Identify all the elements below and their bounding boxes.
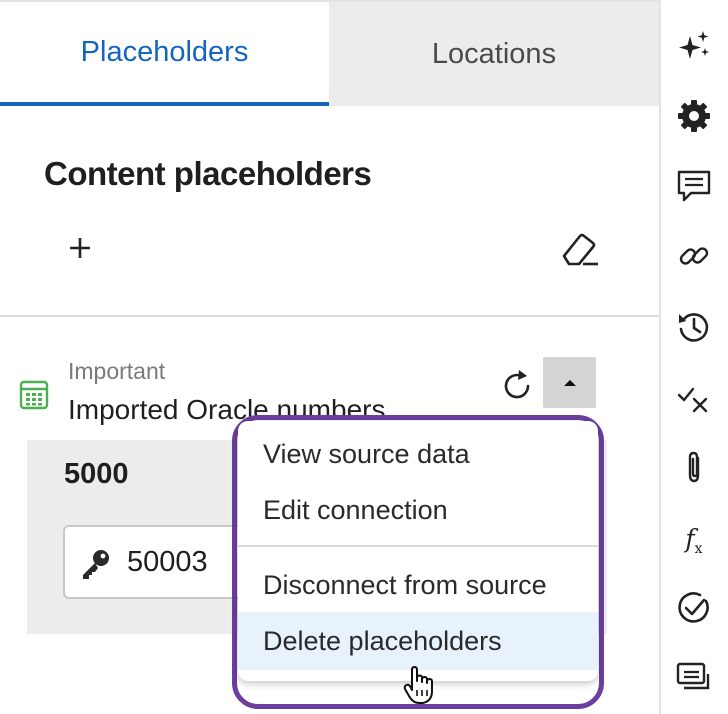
settings-button[interactable] [674,96,714,136]
collapse-button[interactable] [543,357,596,408]
add-placeholder-button[interactable] [62,230,98,266]
menu-item-delete-placeholders[interactable]: Delete placeholders [238,612,598,670]
gear-icon [678,100,710,132]
section-divider [0,315,659,317]
formula-button[interactable]: fx [674,520,714,560]
context-menu: View source data Edit connection Disconn… [238,421,598,681]
plus-icon [70,238,90,258]
key-value: 50003 [127,546,208,578]
cards-icon [676,662,710,690]
caret-up-icon [563,379,576,386]
menu-separator [238,545,598,547]
menu-item-view-source-data[interactable]: View source data [238,425,598,483]
review-button[interactable] [674,588,714,628]
tab-placeholders[interactable]: Placeholders [0,2,329,106]
key-icon [78,546,114,582]
comment-icon [677,170,711,202]
comments-button[interactable] [674,166,714,206]
placeholder-value: 5000 [64,458,129,490]
tab-locations[interactable]: Locations [329,2,659,106]
placeholder-category: Important [68,358,166,384]
menu-item-disconnect-from-source[interactable]: Disconnect from source [238,556,598,614]
link-icon [679,247,709,265]
refresh-icon [504,370,530,399]
sparkle-icon [679,31,709,59]
section-title: Content placeholders [44,155,372,192]
refresh-button[interactable] [497,366,537,406]
attachments-button[interactable] [674,447,714,487]
checklist-icon [677,387,708,413]
function-icon: fx [685,523,703,557]
eraser-icon [562,233,598,266]
check-circle-icon [678,592,709,623]
spreadsheet-icon [18,379,50,411]
hand-cursor-icon [400,663,440,707]
history-icon [679,313,709,342]
paperclip-icon [688,451,700,483]
clear-placeholders-button[interactable] [558,228,602,268]
links-button[interactable] [674,236,714,276]
ai-assist-button[interactable] [674,26,714,66]
tasks-button[interactable] [674,377,714,417]
history-button[interactable] [674,307,714,347]
cards-button[interactable] [674,658,714,698]
menu-item-edit-connection[interactable]: Edit connection [238,481,598,539]
